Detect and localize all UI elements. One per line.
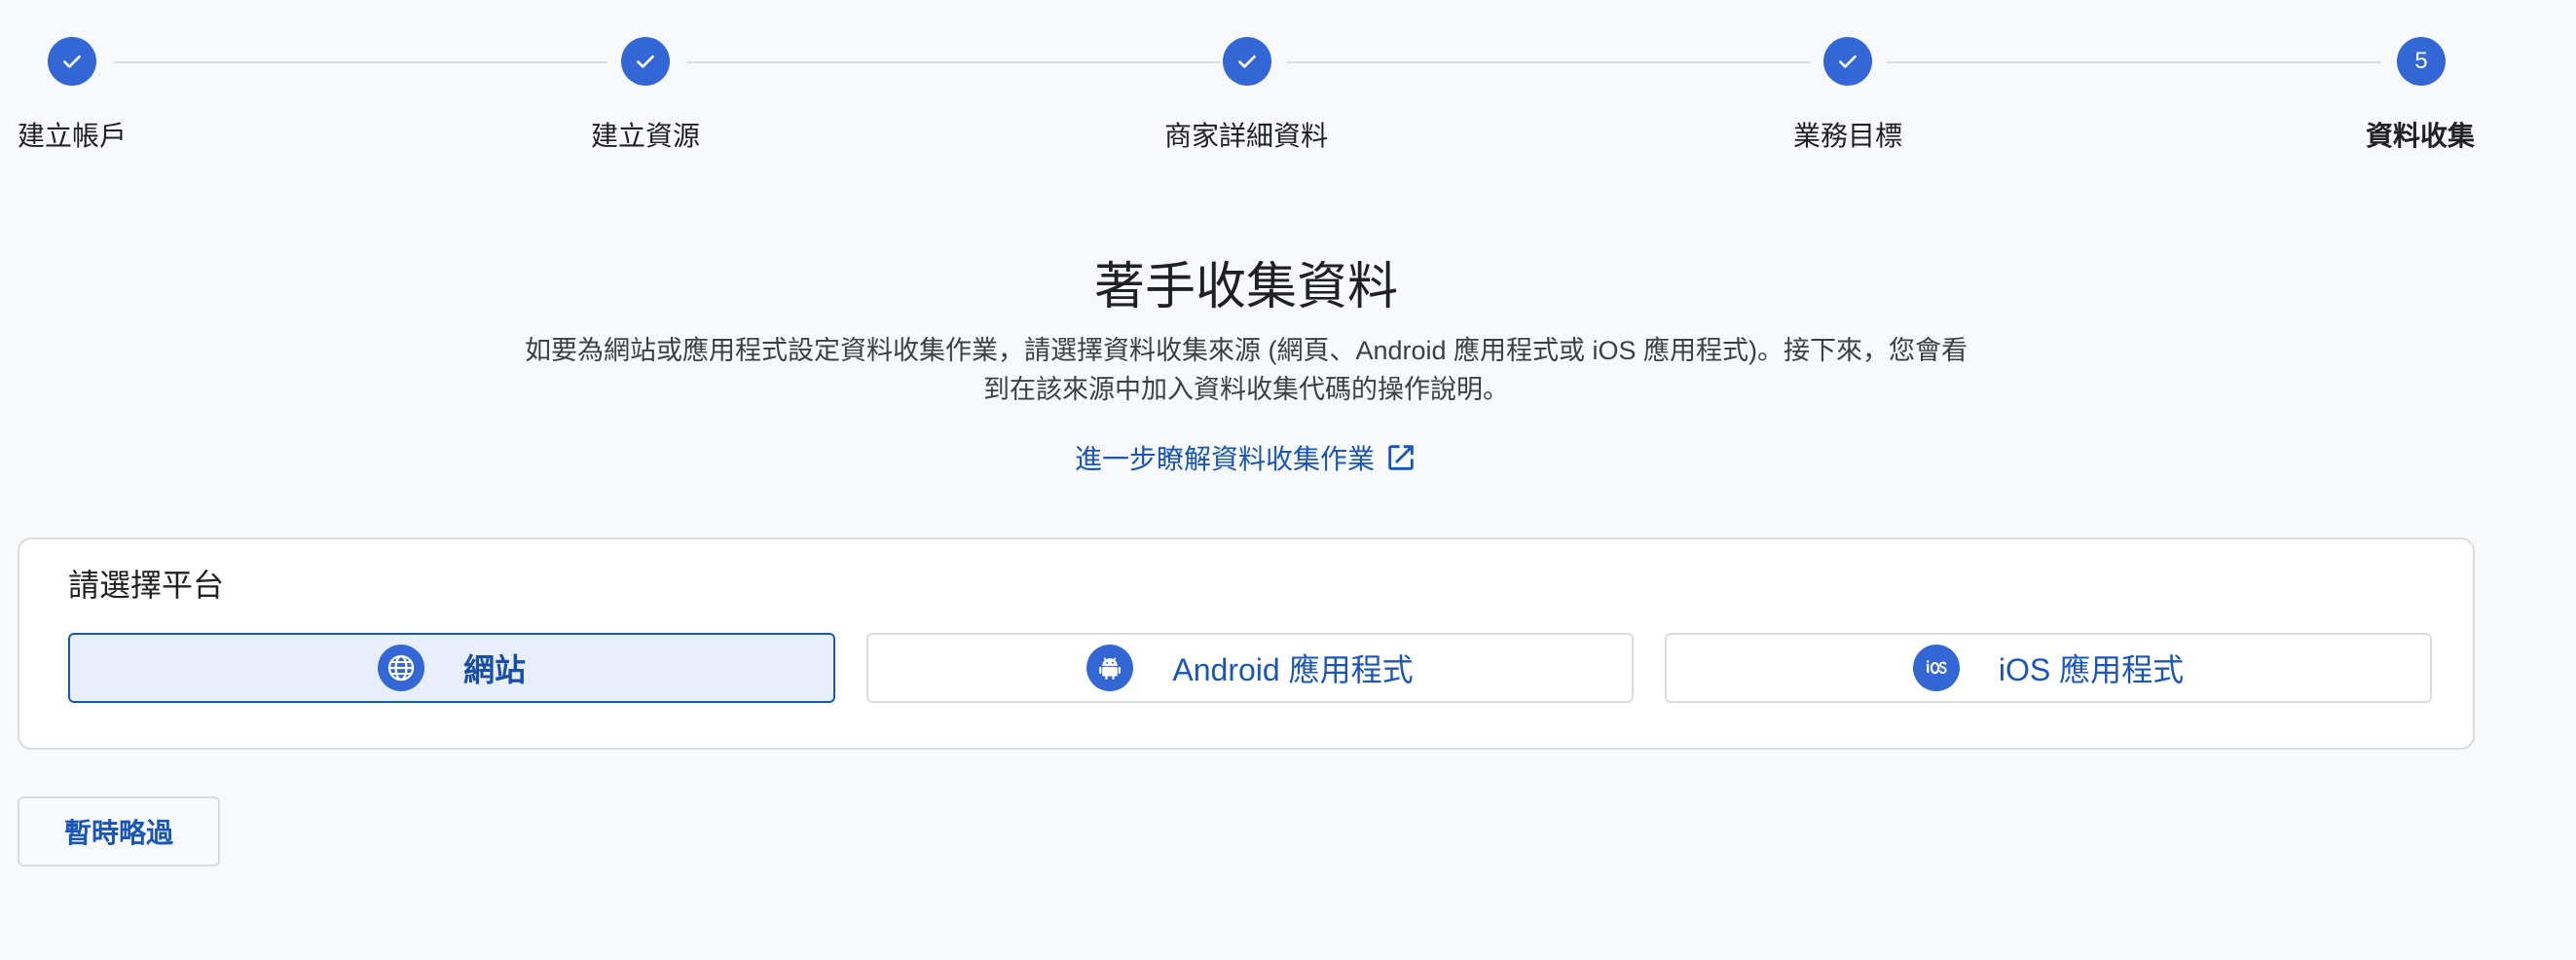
learn-more-label: 進一步瞭解資料收集作業 [1074, 444, 1375, 474]
learn-more-link[interactable]: 進一步瞭解資料收集作業 [0, 438, 2492, 477]
page-description: 如要為網站或應用程式設定資料收集作業，請選擇資料收集來源 (網頁、Android… [467, 331, 2025, 409]
platform-selection-card: 請選擇平台 網站 Android 應用程式 iOS 應用程式 [18, 537, 2475, 750]
ios-icon [1912, 645, 1960, 691]
step-3-complete-indicator [1223, 37, 1271, 86]
step-label-business-objectives: 業務目標 [1793, 121, 1903, 151]
platform-option-ios[interactable]: iOS 應用程式 [1665, 633, 2432, 703]
check-icon [1238, 55, 1256, 68]
skip-for-now-button[interactable]: 暫時略過 [18, 796, 220, 867]
step-connector [113, 61, 607, 63]
page-title: 著手收集資料 [1093, 259, 1398, 315]
check-icon [63, 55, 81, 68]
step-4-complete-indicator [1823, 37, 1872, 86]
step-label-data-collection: 資料收集 [2366, 121, 2476, 151]
data-collection-setup-page: 5 建立帳戶 建立資源 商家詳細資料 業務目標 資料收集 著手收集資料 如要為網… [0, 0, 2576, 960]
step-5-current-indicator: 5 [2397, 37, 2446, 86]
step-label-create-account: 建立帳戶 [18, 121, 128, 151]
platform-option-web[interactable]: 網站 [68, 633, 835, 703]
platform-option-label: iOS 應用程式 [1998, 652, 2185, 687]
platform-card-title: 請選擇平台 [68, 568, 225, 603]
step-number: 5 [2414, 48, 2428, 74]
step-connector [1887, 61, 2381, 63]
globe-icon [377, 645, 424, 691]
check-icon [1839, 55, 1857, 68]
description-line: 到在該來源中加入資料收集代碼的操作說明。 [983, 375, 1509, 404]
setup-stepper: 5 建立帳戶 建立資源 商家詳細資料 業務目標 資料收集 [0, 0, 2576, 166]
platform-option-label: Android 應用程式 [1172, 652, 1414, 687]
platform-option-android[interactable]: Android 應用程式 [866, 633, 1634, 703]
step-label-create-property: 建立資源 [591, 121, 701, 151]
android-icon [1086, 645, 1134, 691]
platform-option-label: 網站 [462, 652, 526, 687]
check-icon [637, 55, 654, 68]
step-connector [687, 61, 1221, 63]
external-link-icon [1388, 445, 1414, 470]
step-2-complete-indicator [621, 37, 670, 86]
step-label-business-details: 商家詳細資料 [1164, 121, 1329, 151]
description-line: 如要為網站或應用程式設定資料收集作業，請選擇資料收集來源 (網頁、Android… [524, 336, 1969, 365]
step-1-complete-indicator [48, 37, 96, 86]
step-connector [1287, 61, 1811, 63]
